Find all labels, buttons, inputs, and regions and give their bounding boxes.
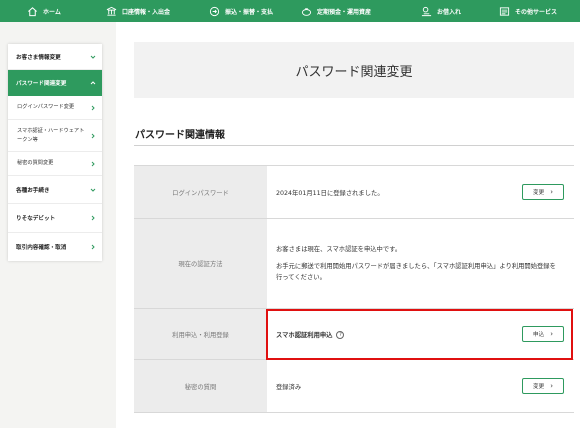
loan-icon <box>421 6 432 16</box>
nav-home-label: ホーム <box>43 8 61 16</box>
chevron-right-icon <box>91 133 95 138</box>
help-icon[interactable]: ? <box>336 330 345 339</box>
sidebar-item-customer-info[interactable]: お客さま情報変更 <box>8 44 102 70</box>
nav-time-deposit[interactable]: 定期預金・運用資産 <box>301 0 371 22</box>
change-secret-question-button[interactable]: 変更 › <box>522 378 564 394</box>
chevron-right-icon: › <box>550 382 553 390</box>
change-login-password-button[interactable]: 変更 › <box>522 184 564 200</box>
nav-transfer[interactable]: 振込・振替・支払 <box>209 0 273 22</box>
row-label: 秘密の質問 <box>134 360 267 412</box>
nav-time-deposit-label: 定期預金・運用資産 <box>317 8 372 16</box>
chevron-right-icon <box>91 105 95 110</box>
sidebar-item-transaction-history[interactable]: 取引内容確認・取消 <box>8 233 102 261</box>
chevron-up-icon <box>90 81 96 85</box>
chevron-right-icon <box>91 161 95 166</box>
apply-button[interactable]: 申込 › <box>522 326 564 342</box>
nav-other-services-label: その他サービス <box>515 8 558 16</box>
sidebar-item-label: パスワード関連変更 <box>16 81 67 87</box>
sidebar-subitem-secret-question[interactable]: 秘密の質問変更 <box>8 152 102 176</box>
chevron-right-icon: › <box>550 330 553 338</box>
sidebar-item-label: スマホ認証・ハードウェアトークン等 <box>17 128 85 143</box>
password-info-table: ログインパスワード 2024年01月11日に登録されました。 変更 › 現在の認証… <box>134 165 574 413</box>
top-navigation: ホーム 口座情報・入出金 振込・振替・支払 定期預金・運用資産 お借入れ その他… <box>0 0 580 22</box>
home-icon <box>28 6 37 16</box>
sidebar-item-label: ログインパスワード変更 <box>17 104 75 111</box>
page-title: パスワード関連変更 <box>134 42 574 98</box>
row-value-cell: スマホ認証利用申込? 申込 › <box>267 309 574 359</box>
sidebar-item-label: 取引内容確認・取消 <box>16 245 67 251</box>
nav-other-services[interactable]: その他サービス <box>499 0 557 22</box>
nav-transfer-label: 振込・振替・支払 <box>225 8 274 16</box>
row-label: ログインパスワード <box>134 166 267 218</box>
row-label: 利用申込・利用登録 <box>134 309 267 359</box>
nav-account-info-label: 口座情報・入出金 <box>122 8 171 16</box>
sidebar-item-label: りそなデビット <box>16 216 56 222</box>
sidebar-item-resona-debit[interactable]: りそなデビット <box>8 204 102 233</box>
section-divider <box>134 145 574 146</box>
table-row-auth-method: 現在の認証方法 お客さまは現在、スマホ認証を申込中です。 お手元に郵送で利用開始… <box>134 219 574 309</box>
smartphone-auth-application-label: スマホ認証利用申込 <box>276 331 333 339</box>
section-title: パスワード関連情報 <box>135 130 225 141</box>
auth-method-instructions: お手元に郵送で利用開始用パスワードが届きましたら、「スマホ認証利用申込」より利用… <box>276 262 556 281</box>
chevron-down-icon <box>90 188 96 192</box>
sidebar-item-label: 秘密の質問変更 <box>17 160 54 167</box>
sidebar-item-password-settings[interactable]: パスワード関連変更 <box>8 70 102 96</box>
chevron-right-icon: › <box>550 188 553 196</box>
row-value-cell: お客さまは現在、スマホ認証を申込中です。 お手元に郵送で利用開始用パスワードが届… <box>267 219 574 308</box>
button-label: 変更 <box>532 190 545 196</box>
sidebar-item-label: お客さま情報変更 <box>16 54 61 61</box>
table-row-login-password: ログインパスワード 2024年01月11日に登録されました。 変更 › <box>134 166 574 219</box>
nav-account-info[interactable]: 口座情報・入出金 <box>106 0 170 22</box>
row-value-cell: 登録済み 変更 › <box>267 360 574 412</box>
chevron-down-icon <box>90 55 96 59</box>
chevron-right-icon <box>91 244 95 250</box>
sidebar-subitem-login-password[interactable]: ログインパスワード変更 <box>8 96 102 120</box>
nav-loan-label: お借入れ <box>437 8 462 16</box>
sidebar-item-procedures[interactable]: 各種お手続き <box>8 176 102 204</box>
nav-home[interactable]: ホーム <box>27 0 61 22</box>
row-label: 現在の認証方法 <box>134 219 267 308</box>
nav-loan[interactable]: お借入れ <box>421 0 461 22</box>
sidebar-item-label: 各種お手続き <box>16 187 50 194</box>
sidebar-subitem-smartphone-auth[interactable]: スマホ認証・ハードウェアトークン等 <box>8 120 102 152</box>
transfer-icon <box>209 6 220 16</box>
button-label: 申込 <box>532 332 545 338</box>
services-icon <box>499 6 510 16</box>
table-row-application: 利用申込・利用登録 スマホ認証利用申込? 申込 › <box>134 309 574 360</box>
bank-icon <box>106 6 117 16</box>
auth-method-status: お客さまは現在、スマホ認証を申込中です。 <box>276 245 402 253</box>
chevron-right-icon <box>91 215 95 221</box>
savings-icon <box>301 7 312 16</box>
row-value-cell: 2024年01月11日に登録されました。 変更 › <box>267 166 574 218</box>
table-row-secret-question: 秘密の質問 登録済み 変更 › <box>134 360 574 413</box>
sidebar-menu: お客さま情報変更 パスワード関連変更 ログインパスワード変更 スマホ認証・ハード… <box>8 44 102 261</box>
button-label: 変更 <box>532 384 545 390</box>
